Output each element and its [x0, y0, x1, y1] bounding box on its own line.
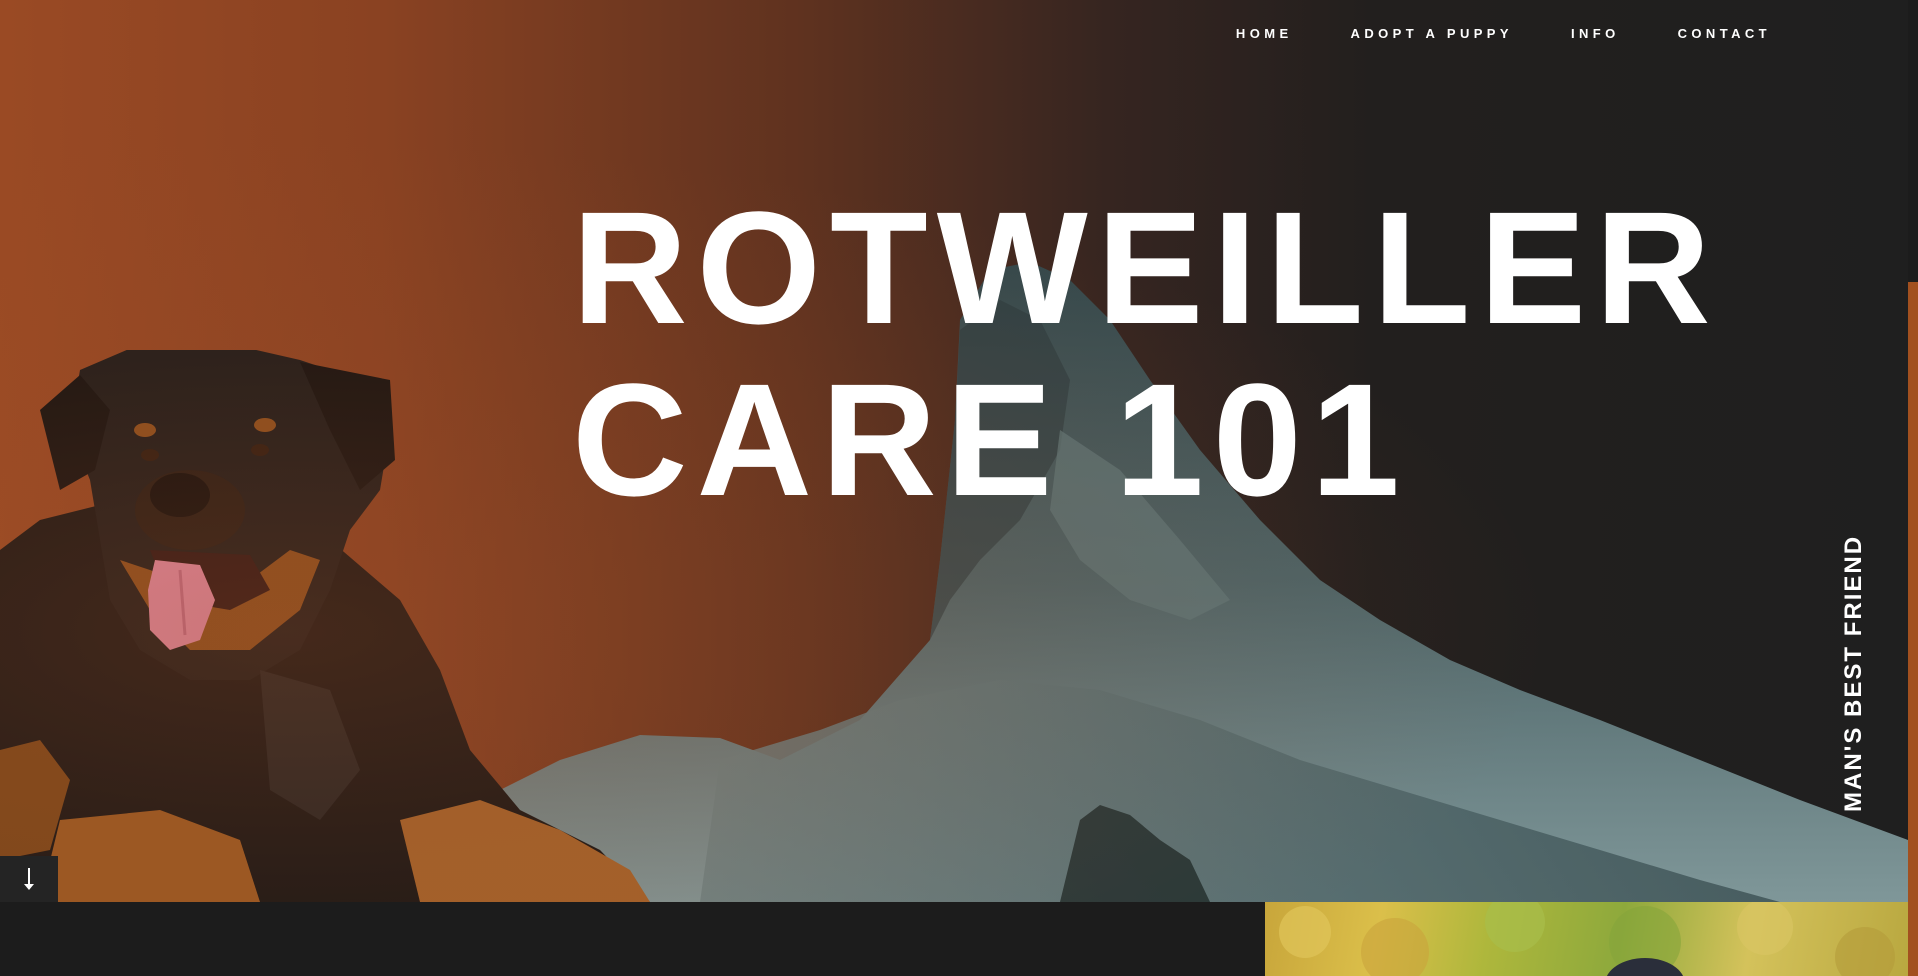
hero-title-line-1: ROTWEILLER [572, 178, 1720, 357]
puppy-photo [1265, 902, 1908, 976]
scroll-down-button[interactable] [0, 856, 58, 902]
rottweiler-image [0, 350, 650, 902]
hero-section: HOME ADOPT A PUPPY INFO CONTACT ROTWEILL… [0, 0, 1908, 902]
page: HOME ADOPT A PUPPY INFO CONTACT ROTWEILL… [0, 0, 1918, 976]
hero-tagline: MAN'S BEST FRIEND [1840, 534, 1867, 812]
accent-bar [1908, 282, 1918, 976]
main-nav: HOME ADOPT A PUPPY INFO CONTACT [1178, 26, 1771, 41]
nav-contact-link[interactable]: CONTACT [1678, 26, 1771, 41]
nav-home-link[interactable]: HOME [1236, 26, 1293, 41]
hero-title: ROTWEILLER CARE 101 [572, 182, 1720, 526]
hero-title-line-2: CARE 101 [572, 350, 1409, 529]
nav-info-link[interactable]: INFO [1571, 26, 1620, 41]
foliage-background [1279, 902, 1895, 976]
arrow-down-icon [24, 868, 34, 890]
nav-adopt-a-puppy-link[interactable]: ADOPT A PUPPY [1351, 26, 1513, 41]
